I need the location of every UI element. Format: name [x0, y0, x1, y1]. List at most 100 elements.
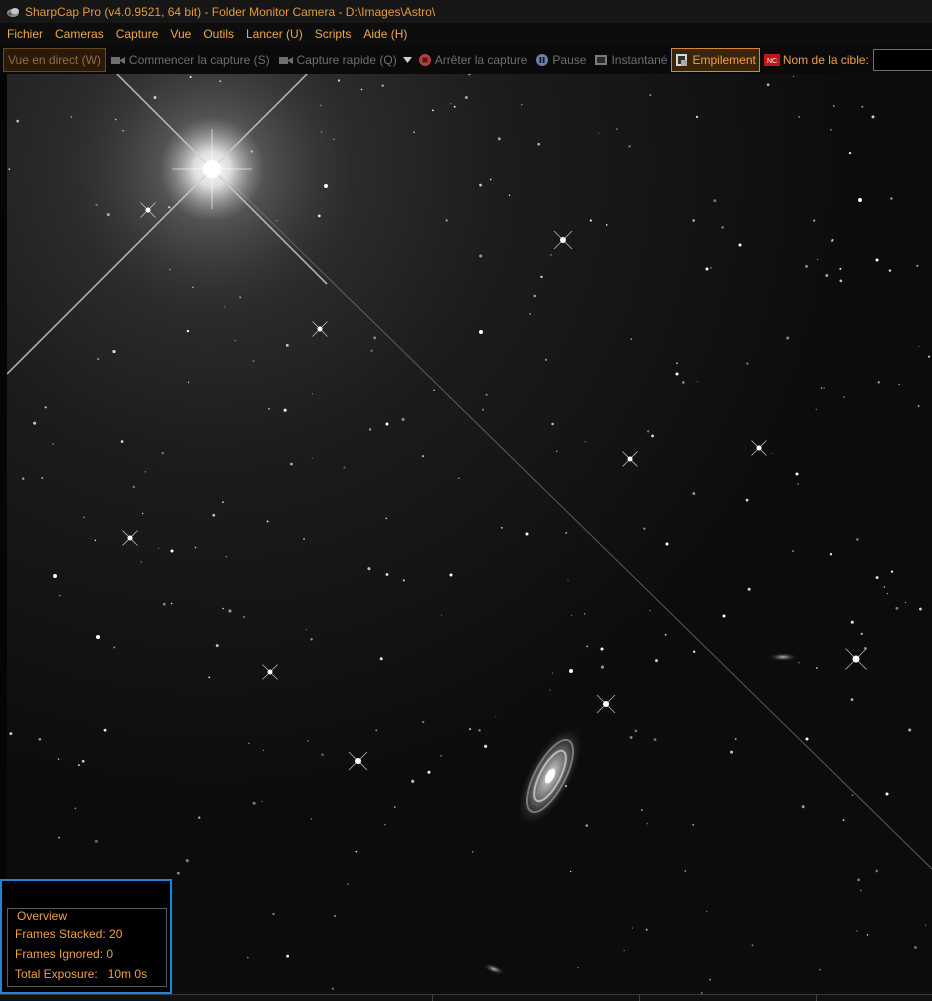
star — [631, 927, 634, 929]
star — [792, 75, 795, 78]
star — [158, 547, 160, 549]
star — [851, 794, 854, 796]
star — [815, 666, 818, 669]
star — [850, 620, 854, 624]
star — [261, 800, 263, 802]
star — [798, 115, 801, 118]
star — [194, 546, 197, 549]
star — [385, 517, 388, 520]
star — [169, 268, 171, 271]
live-view-label: Vue en direct (W) — [8, 53, 101, 67]
star — [820, 387, 823, 389]
star — [310, 818, 313, 820]
menu-cameras[interactable]: Cameras — [49, 23, 110, 46]
overview-title: Overview — [15, 909, 70, 923]
star — [187, 381, 190, 383]
pause-button[interactable]: Pause — [531, 49, 590, 71]
star — [170, 602, 173, 605]
bright-star — [53, 574, 57, 578]
stacking-button[interactable]: Empilement — [671, 48, 760, 72]
menu-aide[interactable]: Aide (H) — [357, 23, 413, 46]
star — [57, 758, 60, 760]
star — [549, 689, 551, 691]
menu-outils[interactable]: Outils — [197, 23, 240, 46]
bright-star — [96, 635, 100, 639]
star — [914, 945, 918, 949]
star — [132, 485, 136, 489]
star — [508, 194, 511, 197]
star — [871, 115, 875, 119]
star — [471, 850, 474, 853]
target-name-input[interactable] — [872, 49, 932, 71]
snapshot-button[interactable]: Instantané — [590, 49, 671, 71]
star — [860, 632, 863, 635]
menu-scripts[interactable]: Scripts — [309, 23, 358, 46]
quick-capture-dropdown[interactable] — [401, 49, 414, 71]
star — [431, 109, 434, 112]
star — [176, 871, 180, 875]
live-view-button[interactable]: Vue en direct (W) — [3, 48, 106, 72]
star — [917, 404, 920, 407]
star — [445, 219, 448, 222]
menu-vue[interactable]: Vue — [164, 23, 197, 46]
star — [766, 83, 770, 87]
star — [94, 839, 98, 843]
star — [215, 644, 219, 648]
star — [208, 676, 211, 679]
star — [360, 88, 363, 91]
menu-fichier[interactable]: Fichier — [0, 23, 49, 46]
star — [577, 967, 579, 969]
stop-capture-label: Arrêter la capture — [434, 53, 528, 67]
star — [710, 267, 712, 269]
quick-capture-button[interactable]: Capture rapide (Q) — [274, 49, 401, 71]
star — [16, 119, 20, 123]
svg-text:NC: NC — [767, 58, 777, 65]
star — [94, 539, 97, 542]
image-viewport[interactable] — [7, 74, 932, 994]
star — [440, 754, 443, 757]
star — [252, 801, 256, 805]
star — [630, 338, 633, 340]
video-camera-icon — [278, 57, 293, 64]
viewport-left-border — [0, 74, 7, 994]
frames-ignored: Frames Ignored: 0 — [15, 947, 114, 961]
star — [310, 638, 313, 641]
bright-star — [705, 267, 709, 271]
star — [97, 358, 100, 361]
star — [745, 498, 749, 502]
star — [866, 934, 869, 936]
star — [569, 870, 572, 873]
star — [343, 466, 346, 469]
star — [411, 779, 415, 783]
star — [449, 102, 452, 105]
star — [842, 396, 845, 398]
star — [695, 115, 699, 118]
star — [692, 492, 696, 495]
star — [628, 145, 631, 148]
star — [234, 339, 236, 342]
astro-image — [7, 74, 932, 994]
star — [83, 516, 85, 518]
start-capture-button[interactable]: Commencer la capture (S) — [106, 49, 274, 71]
star — [551, 422, 555, 426]
star — [649, 94, 652, 96]
stop-capture-button[interactable]: Arrêter la capture — [414, 49, 532, 71]
menu-lancer[interactable]: Lancer (U) — [240, 23, 309, 46]
star — [355, 850, 358, 853]
menu-capture[interactable]: Capture — [110, 23, 165, 46]
bright-star — [795, 472, 799, 476]
star — [886, 592, 889, 595]
star — [544, 358, 548, 361]
bright-star — [722, 614, 726, 618]
star — [859, 889, 862, 892]
star — [570, 614, 572, 616]
star — [9, 732, 13, 736]
star — [888, 269, 892, 272]
star — [825, 274, 829, 277]
star — [875, 576, 879, 580]
bright-star — [385, 422, 389, 426]
star — [468, 728, 471, 731]
overview-panel: Overview Frames Stacked: 20 Frames Ignor… — [0, 879, 172, 994]
star — [771, 452, 773, 455]
star — [58, 836, 60, 839]
